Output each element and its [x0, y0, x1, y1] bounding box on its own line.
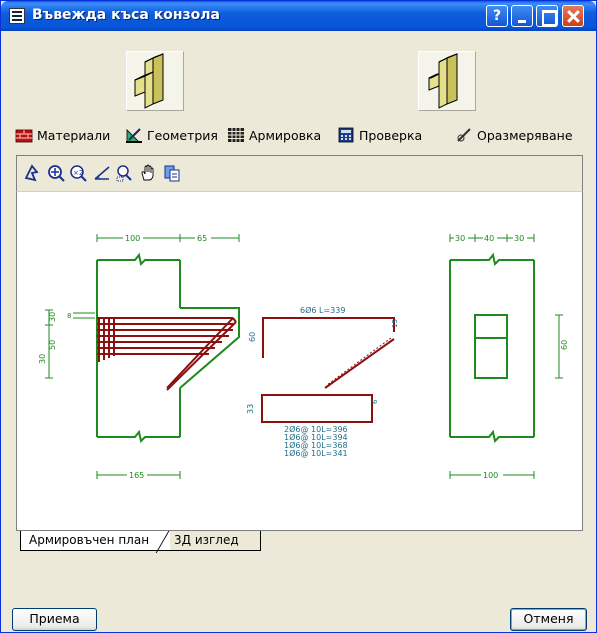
- dim-text: 8: [67, 312, 71, 320]
- hand-icon[interactable]: [139, 164, 157, 182]
- menu-label: Геометрия: [147, 127, 218, 143]
- maximize-button[interactable]: [536, 5, 558, 27]
- corbel-3d-right-button[interactable]: [418, 51, 476, 111]
- zoom-window-icon[interactable]: [115, 164, 133, 182]
- reinforcement-plan-drawing: 100 65 30 50 30 8 165 6Ø6 L=339 60 15 33…: [38, 232, 569, 480]
- dim-text: 165: [129, 471, 144, 480]
- bar-label: 6Ø6 L=339: [300, 305, 345, 315]
- copy-icon[interactable]: [163, 164, 181, 182]
- dim-text: 60: [560, 340, 569, 350]
- corbel-3d-icon: [134, 53, 164, 109]
- app-icon: [9, 8, 25, 24]
- pan-tool-icon[interactable]: [23, 164, 41, 182]
- dim-text: 30: [48, 312, 57, 322]
- menu-label: Материали: [37, 127, 111, 143]
- pen-icon: [457, 128, 471, 142]
- menu-geometry[interactable]: Геометрия: [125, 125, 218, 145]
- cancel-button[interactable]: Отменя: [510, 608, 587, 631]
- dim-text: 100: [125, 234, 140, 243]
- zoom-fit-icon[interactable]: [47, 164, 65, 182]
- close-button[interactable]: [562, 5, 584, 27]
- grid-icon: [228, 128, 244, 142]
- dim-text: 65: [197, 234, 207, 243]
- dim-text: 6: [371, 399, 379, 404]
- corbel-3d-left-button[interactable]: [126, 51, 184, 111]
- help-button[interactable]: ?: [486, 5, 508, 27]
- menu-label: Армировка: [249, 127, 322, 143]
- measure-icon[interactable]: [93, 164, 111, 182]
- title-bar[interactable]: Въвежда къса конзола ?: [1, 1, 596, 31]
- menu-check[interactable]: Проверка: [337, 125, 422, 145]
- dim-text: 100: [483, 471, 498, 480]
- dim-text: 33: [246, 404, 255, 414]
- menu-toolbar: Материали Геометрия Армировка Проверка О…: [15, 125, 585, 145]
- menu-label: Оразмеряване: [477, 127, 573, 143]
- ruler-pencil-icon: [126, 128, 142, 143]
- dim-text: 15: [391, 319, 399, 328]
- menu-label: Проверка: [359, 127, 423, 143]
- menu-design[interactable]: Оразмеряване: [455, 125, 573, 145]
- tab-reinforcement-plan[interactable]: Армировъчен план: [20, 531, 170, 551]
- menu-materials[interactable]: Материали: [15, 125, 110, 145]
- dialog-window: Въвежда къса конзола ? Материали Геометр…: [0, 0, 597, 633]
- drawing-toolbar: ×2: [16, 155, 583, 191]
- window-title: Въвежда къса конзола: [32, 7, 220, 23]
- bricks-icon: [15, 129, 33, 143]
- minimize-button[interactable]: [511, 5, 533, 27]
- drawing-canvas[interactable]: 100 65 30 50 30 8 165 6Ø6 L=339 60 15 33…: [16, 191, 583, 531]
- menu-reinforcement[interactable]: Армировка: [227, 125, 321, 145]
- right-section: 30 40 30 60 100: [449, 232, 569, 480]
- dim-text: 40: [484, 234, 494, 243]
- dim-text: 30: [455, 234, 465, 243]
- calculator-icon: [338, 127, 354, 143]
- dim-text: 60: [248, 332, 257, 342]
- bar-schedule: 6Ø6 L=339 60 15 33 6 2Ø6@ 10L=396 1Ø6@ 1…: [246, 305, 399, 458]
- zoom-x2-icon[interactable]: ×2: [69, 164, 87, 182]
- left-elevation: 100 65 30 50 30 8 165: [38, 232, 240, 480]
- dim-text: 30: [38, 354, 47, 364]
- dim-text: 30: [514, 234, 524, 243]
- corbel-3d-icon: [428, 53, 458, 109]
- accept-button[interactable]: Приема: [12, 608, 97, 631]
- bar-label: 1Ø6@ 10L=341: [284, 448, 348, 458]
- tab-3d-view[interactable]: 3Д изглед: [166, 531, 261, 551]
- dim-text: 50: [48, 340, 57, 350]
- view-tabs: Армировъчен план 3Д изглед: [16, 531, 583, 553]
